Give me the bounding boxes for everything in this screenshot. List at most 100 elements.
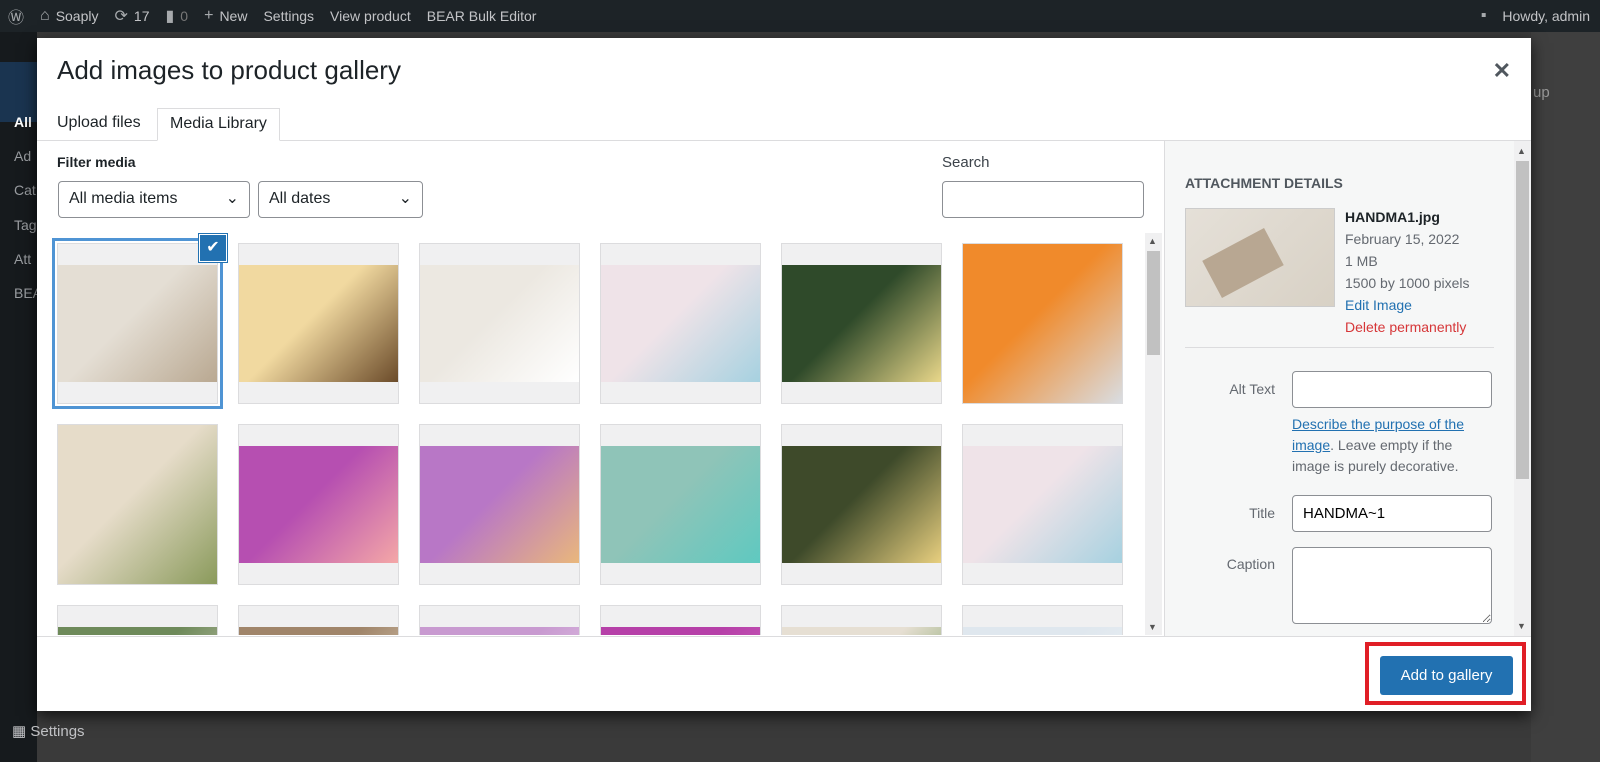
file-size: 1 MB xyxy=(1345,253,1378,269)
title-label: Title xyxy=(1249,505,1275,521)
updates-link[interactable]: ⟳ 17 xyxy=(107,0,158,32)
media-thumbnail[interactable] xyxy=(600,424,761,585)
media-thumbnail[interactable] xyxy=(419,605,580,635)
close-icon[interactable]: ✕ xyxy=(1493,58,1511,84)
media-thumbnail[interactable] xyxy=(238,605,399,635)
media-thumbnail[interactable] xyxy=(962,424,1123,585)
details-scrollbar[interactable]: ▲ ▼ xyxy=(1514,141,1531,636)
media-thumbnail[interactable] xyxy=(781,424,942,585)
new-label: New xyxy=(219,8,248,24)
date-value: All dates xyxy=(269,190,331,207)
media-thumbnail[interactable] xyxy=(419,424,580,585)
details-heading: Attachment Details xyxy=(1185,175,1343,191)
sidebar-item[interactable]: Tag xyxy=(14,217,37,233)
thumbnail-image xyxy=(58,425,217,584)
filter-media-label: Filter media xyxy=(57,154,136,170)
title-input[interactable] xyxy=(1292,495,1492,532)
thumbnail-image xyxy=(782,627,941,635)
products-menu-active[interactable] xyxy=(0,62,37,122)
divider xyxy=(1185,347,1494,348)
thumbnail-image xyxy=(420,446,579,563)
updates-count: 17 xyxy=(133,8,150,24)
alt-text-label: Alt Text xyxy=(1229,381,1275,397)
tab-upload-files[interactable]: Upload files xyxy=(45,108,153,141)
media-thumbnail[interactable] xyxy=(238,424,399,585)
thumbnail-image xyxy=(963,446,1122,563)
scroll-down-icon[interactable]: ▼ xyxy=(1517,621,1526,631)
scroll-down-icon[interactable]: ▼ xyxy=(1148,622,1157,632)
thumbnail-image xyxy=(420,265,579,382)
home-icon: ⌂ xyxy=(40,7,50,24)
media-thumbnail[interactable] xyxy=(781,605,942,635)
scrollbar-thumb[interactable] xyxy=(1147,251,1160,355)
search-label: Search xyxy=(942,154,990,171)
thumbnail-image xyxy=(239,446,398,563)
date-select[interactable]: All dates ⌄ xyxy=(258,181,423,218)
attachment-meta: HANDMA1.jpg February 15, 2022 1 MB 1500 … xyxy=(1345,206,1470,338)
background-page: up xyxy=(1531,32,1600,762)
thumbnail-image xyxy=(239,627,398,635)
search-input[interactable] xyxy=(942,181,1144,218)
scrollbar-thumb[interactable] xyxy=(1516,161,1529,479)
thumbnail-image xyxy=(58,627,217,635)
delete-permanently-link[interactable]: Delete permanently xyxy=(1345,316,1470,338)
thumbnail-image xyxy=(601,446,760,563)
media-modal: Add images to product gallery ✕ Upload f… xyxy=(37,38,1531,711)
check-icon[interactable]: ✔ xyxy=(200,235,226,261)
thumbnail-image xyxy=(239,265,398,382)
sidebar-item[interactable]: Ad xyxy=(14,148,31,164)
media-thumbnail[interactable] xyxy=(600,243,761,404)
comments-link[interactable]: ▮ 0 xyxy=(157,0,196,32)
new-link[interactable]: + New xyxy=(196,0,255,32)
admin-sidebar: All Ad Cat Tag Att BEA xyxy=(0,32,42,762)
scroll-up-icon[interactable]: ▲ xyxy=(1148,236,1157,246)
howdy-account[interactable]: ▪ Howdy, admin xyxy=(1473,0,1600,32)
sidebar-item[interactable]: Att xyxy=(14,251,31,267)
media-thumbnail[interactable] xyxy=(962,243,1123,404)
site-name: Soaply xyxy=(55,8,99,24)
attachment-thumbnail xyxy=(1185,208,1335,307)
caption-textarea[interactable] xyxy=(1292,547,1492,624)
thumbnail-image xyxy=(963,244,1122,403)
thumbnail-image xyxy=(58,265,217,382)
grid-scrollbar[interactable]: ▲ ▼ xyxy=(1145,233,1162,635)
media-grid: ✔ xyxy=(37,233,1149,635)
sidebar-item[interactable]: All xyxy=(14,114,32,130)
chevron-down-icon: ⌄ xyxy=(398,190,412,207)
refresh-icon: ⟳ xyxy=(114,8,128,25)
alt-text-input[interactable] xyxy=(1292,371,1492,408)
scroll-up-icon[interactable]: ▲ xyxy=(1517,146,1526,156)
tab-media-library[interactable]: Media Library xyxy=(157,108,280,141)
add-to-gallery-button[interactable]: Add to gallery xyxy=(1380,656,1513,695)
media-thumbnail[interactable] xyxy=(962,605,1123,635)
media-thumbnail[interactable] xyxy=(419,243,580,404)
plus-icon: + xyxy=(204,7,214,24)
edit-image-link[interactable]: Edit Image xyxy=(1345,294,1470,316)
notification-icon: ▪ xyxy=(1480,7,1487,24)
dimensions: 1500 by 1000 pixels xyxy=(1345,275,1470,291)
view-product-link[interactable]: View product xyxy=(322,0,419,32)
attachment-details: Attachment Details HANDMA1.jpg February … xyxy=(1164,141,1514,636)
thumbnail-image xyxy=(963,627,1122,635)
background-text: up xyxy=(1533,84,1550,101)
sidebar-item[interactable]: Cat xyxy=(14,182,36,198)
site-link[interactable]: ⌂ Soaply xyxy=(32,0,106,32)
filename: HANDMA1.jpg xyxy=(1345,209,1440,225)
comment-icon: ▮ xyxy=(165,8,175,25)
media-thumbnail[interactable] xyxy=(781,243,942,404)
bear-link[interactable]: BEAR Bulk Editor xyxy=(419,0,545,32)
chevron-down-icon: ⌄ xyxy=(225,190,239,207)
admin-bar: Ⓦ ⌂ Soaply ⟳ 17 ▮ 0 + New Settings View prod… xyxy=(0,0,1600,32)
media-thumbnail[interactable] xyxy=(600,605,761,635)
media-thumbnail[interactable]: ✔ xyxy=(52,235,226,409)
settings-link[interactable]: Settings xyxy=(255,0,322,32)
media-thumbnail[interactable] xyxy=(57,605,218,635)
wordpress-logo[interactable]: Ⓦ xyxy=(0,0,32,32)
thumbnail-image xyxy=(420,627,579,635)
sidebar-item-settings[interactable]: ▦ Settings xyxy=(12,722,85,740)
media-thumbnail[interactable] xyxy=(238,243,399,404)
upload-date: February 15, 2022 xyxy=(1345,231,1460,247)
media-type-select[interactable]: All media items ⌄ xyxy=(58,181,250,218)
modal-tabs: Upload files Media Library xyxy=(37,108,1531,141)
media-thumbnail[interactable] xyxy=(57,424,218,585)
